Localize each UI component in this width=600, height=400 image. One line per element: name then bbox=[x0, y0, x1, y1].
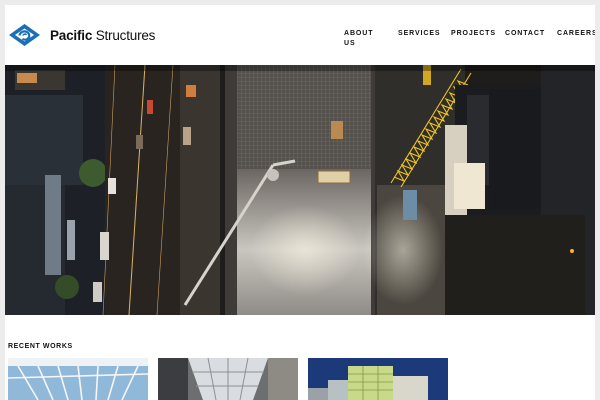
nav-contact[interactable]: CONTACT bbox=[505, 29, 545, 39]
atrium-photo-image bbox=[158, 358, 298, 400]
page-frame: Pacific Structures ABOUT US SERVICES PRO… bbox=[5, 5, 595, 400]
recent-work-item-3[interactable] bbox=[308, 358, 448, 400]
hero-image bbox=[5, 65, 595, 315]
canopy-photo-image bbox=[8, 358, 148, 400]
recent-work-item-2[interactable] bbox=[158, 358, 298, 400]
nav-careers[interactable]: CAREERS bbox=[557, 29, 595, 39]
construction-site-aerial-image bbox=[5, 65, 595, 315]
nav-projects[interactable]: PROJECTS bbox=[451, 29, 496, 39]
building-dusk-photo-image bbox=[308, 358, 448, 400]
recent-works-gallery bbox=[8, 358, 595, 400]
recent-work-item-1[interactable] bbox=[8, 358, 148, 400]
site-header: Pacific Structures ABOUT US SERVICES PRO… bbox=[5, 5, 595, 65]
nav-services[interactable]: SERVICES bbox=[398, 29, 440, 39]
recent-works-title: RECENT WORKS bbox=[8, 343, 73, 350]
nav-about-us[interactable]: ABOUT US bbox=[344, 29, 374, 49]
main-nav: ABOUT US SERVICES PROJECTS CONTACT CAREE… bbox=[5, 29, 595, 59]
